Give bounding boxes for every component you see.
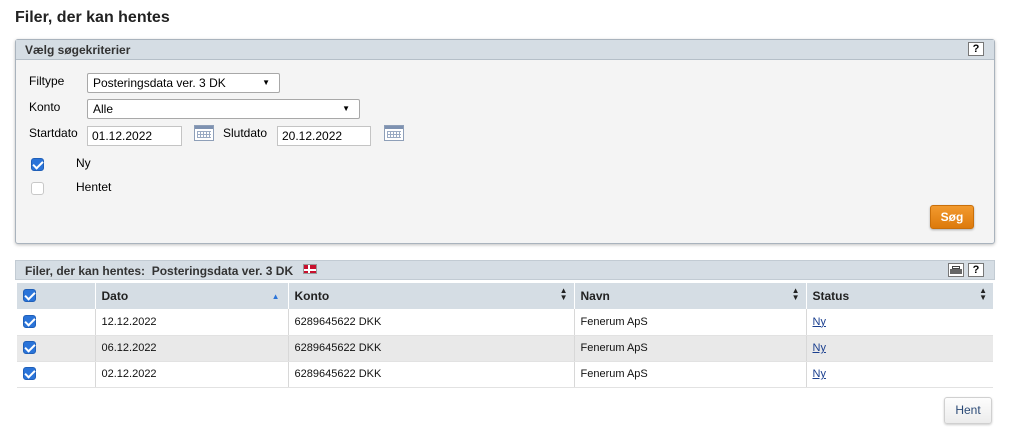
ny-checkbox[interactable]: [31, 158, 44, 171]
column-header-navn[interactable]: Navn ▲ ▼: [573, 283, 806, 309]
cell-dato: 06.12.2022: [94, 335, 288, 362]
sort-icon: ▲ ▼: [559, 286, 568, 302]
sort-ascending-icon: ▲: [271, 292, 280, 301]
hentet-label: Hentet: [76, 180, 112, 194]
table-row[interactable]: 12.12.2022 6289645622 DKK Fenerum ApS Ny: [17, 309, 993, 336]
danish-flag-icon: [303, 264, 317, 274]
status-link[interactable]: Ny: [813, 368, 826, 380]
cell-konto: 6289645622 DKK: [287, 309, 574, 336]
print-icon[interactable]: [948, 263, 964, 277]
page-title: Filer, der kan hentes: [15, 9, 170, 26]
search-button[interactable]: Søg: [930, 205, 974, 229]
konto-label: Konto: [29, 100, 61, 114]
chevron-down-icon: ▼: [342, 104, 350, 113]
help-icon[interactable]: ?: [968, 263, 984, 277]
slutdato-label: Slutdato: [223, 126, 268, 140]
table-row[interactable]: 02.12.2022 6289645622 DKK Fenerum ApS Ny: [17, 361, 993, 388]
cell-konto: 6289645622 DKK: [287, 335, 574, 362]
status-link[interactable]: Ny: [813, 316, 826, 328]
table-header-row: Dato ▲ Konto ▲ ▼ Navn ▲ ▼ Status ▲ ▼: [17, 283, 993, 309]
column-header-label: Konto: [294, 289, 330, 303]
help-icon[interactable]: ?: [968, 42, 984, 56]
chevron-down-icon: ▼: [262, 78, 270, 87]
column-header-status[interactable]: Status ▲ ▼: [805, 283, 993, 309]
calendar-icon[interactable]: [384, 125, 404, 141]
cell-dato: 02.12.2022: [94, 361, 288, 388]
row-checkbox[interactable]: [23, 314, 36, 328]
results-title: Filer, der kan hentes: Posteringsdata ve…: [25, 264, 293, 278]
select-all-header: [17, 283, 95, 309]
filtype-label: Filtype: [29, 74, 65, 88]
table-row[interactable]: 06.12.2022 6289645622 DKK Fenerum ApS Ny: [17, 335, 993, 362]
cell-dato: 12.12.2022: [94, 309, 288, 336]
row-checkbox[interactable]: [23, 367, 36, 380]
column-header-dato[interactable]: Dato ▲: [94, 283, 288, 309]
startdato-input[interactable]: 01.12.2022: [87, 126, 182, 146]
criteria-panel-title: Vælg søgekriterier: [25, 43, 131, 57]
hentet-checkbox[interactable]: [31, 182, 44, 195]
slutdato-input[interactable]: 20.12.2022: [277, 126, 371, 146]
sort-icon: ▲ ▼: [979, 286, 987, 302]
cell-navn: Fenerum ApS: [573, 335, 806, 362]
status-link[interactable]: Ny: [813, 342, 826, 354]
column-header-label: Status: [812, 289, 850, 303]
filtype-value: Posteringsdata ver. 3 DK: [93, 76, 226, 90]
startdato-label: Startdato: [29, 126, 78, 140]
cell-konto: 6289645622 DKK: [287, 361, 574, 388]
column-header-konto[interactable]: Konto ▲ ▼: [287, 283, 574, 309]
sort-icon: ▲ ▼: [791, 286, 800, 302]
select-all-checkbox[interactable]: [23, 289, 36, 303]
results-table: Dato ▲ Konto ▲ ▼ Navn ▲ ▼ Status ▲ ▼ 12.12.…: [17, 283, 993, 388]
calendar-icon[interactable]: [194, 125, 214, 141]
cell-navn: Fenerum ApS: [573, 309, 806, 336]
results-title-prefix: Filer, der kan hentes:: [25, 264, 146, 278]
row-checkbox[interactable]: [23, 341, 36, 354]
konto-select[interactable]: Alle ▼: [87, 99, 360, 119]
fetch-button[interactable]: Hent: [944, 397, 992, 424]
cell-navn: Fenerum ApS: [573, 361, 806, 388]
konto-value: Alle: [93, 102, 114, 116]
column-header-label: Navn: [580, 289, 610, 303]
filtype-select[interactable]: Posteringsdata ver. 3 DK ▼: [87, 73, 280, 93]
criteria-panel-header: Vælg søgekriterier ?: [16, 40, 994, 60]
column-header-label: Dato: [101, 289, 129, 303]
search-criteria-panel: Vælg søgekriterier ? Filtype Posteringsd…: [15, 39, 995, 244]
results-header: Filer, der kan hentes: Posteringsdata ve…: [15, 260, 995, 280]
ny-label: Ny: [76, 156, 91, 170]
results-title-filetype: Posteringsdata ver. 3 DK: [151, 264, 294, 278]
